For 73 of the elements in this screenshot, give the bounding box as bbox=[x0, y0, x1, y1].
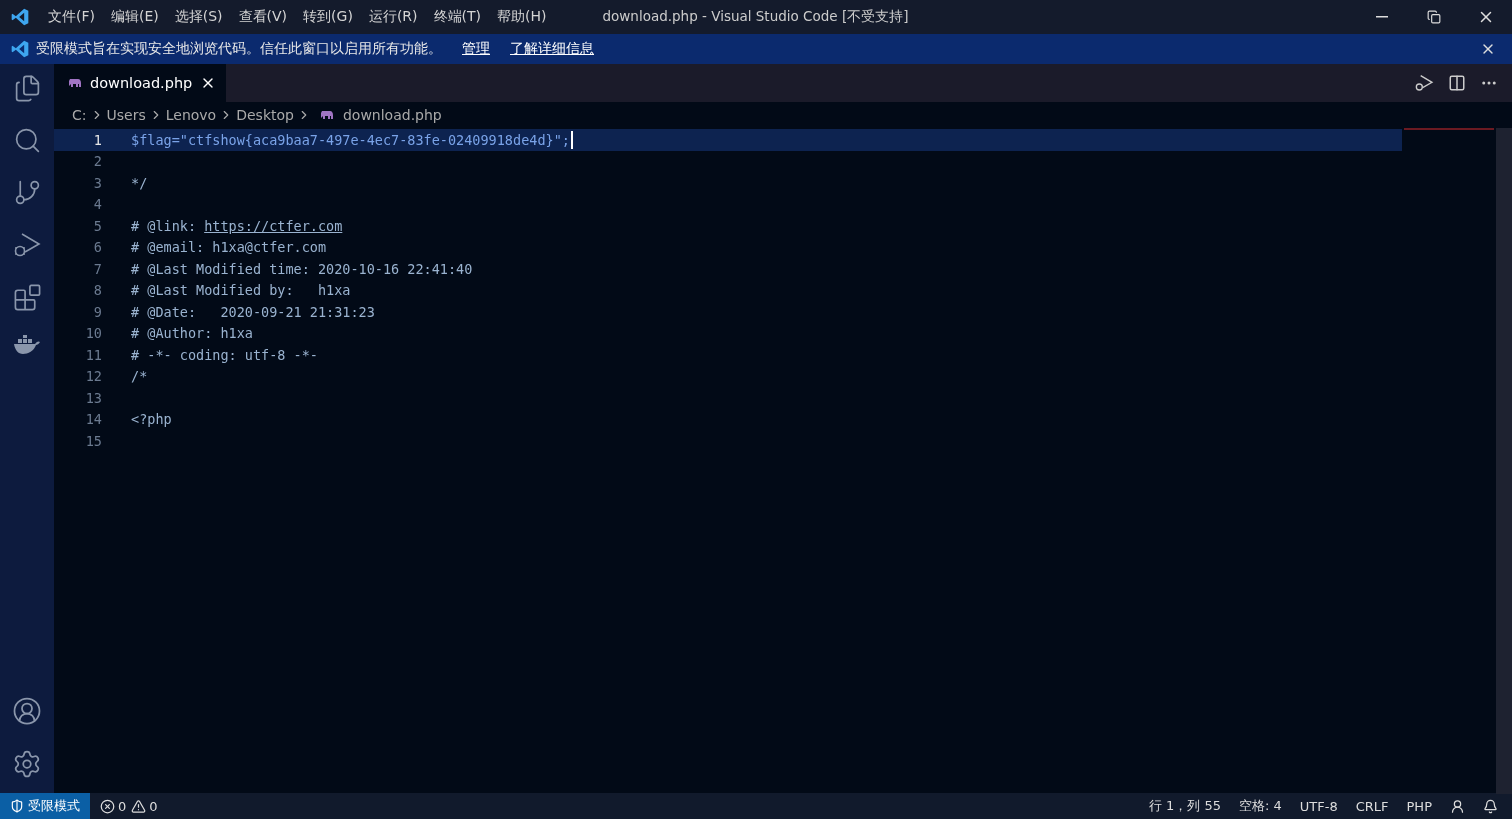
code-text: # @Date: 2020-09-21 21:31:23 bbox=[131, 303, 375, 320]
menu-item[interactable]: 终端(T) bbox=[425, 8, 489, 26]
menu-item[interactable]: 查看(V) bbox=[230, 8, 296, 26]
bell-icon[interactable] bbox=[1483, 798, 1498, 814]
breadcrumb-item[interactable]: Users bbox=[106, 107, 146, 123]
menu-item[interactable]: 文件(F) bbox=[40, 8, 103, 26]
code-text: $flag="ctfshow{aca9baa7-497e-4ec7-83fe-02409918de4d}"; bbox=[131, 131, 570, 148]
code-text: /* bbox=[131, 368, 148, 385]
banner-link[interactable]: 了解详细信息 bbox=[510, 40, 594, 58]
line-number: 5 bbox=[92, 217, 102, 234]
shield-icon bbox=[10, 799, 24, 813]
settings-icon[interactable] bbox=[12, 749, 42, 779]
code-link[interactable]: https://ctfer.com bbox=[204, 217, 343, 234]
php-elephant-icon bbox=[68, 78, 82, 88]
code-text: # @Author: h1xa bbox=[131, 325, 253, 342]
line-number: 3 bbox=[92, 174, 102, 191]
code-text: # @Last Modified time: 2020-10-16 22:41:40 bbox=[131, 260, 473, 277]
status-item[interactable]: PHP bbox=[1406, 798, 1432, 814]
line-number: 7 bbox=[92, 260, 102, 277]
line-number: 4 bbox=[92, 196, 102, 213]
line-number: 2 bbox=[92, 153, 102, 170]
scrollbar[interactable] bbox=[1496, 128, 1512, 794]
minimize-icon bbox=[1376, 16, 1388, 18]
line-number: 8 bbox=[92, 282, 102, 299]
status-item[interactable]: UTF-8 bbox=[1299, 798, 1338, 814]
line-number: 10 bbox=[84, 325, 102, 342]
code-text: # @link: bbox=[131, 217, 198, 234]
menu-item[interactable]: 运行(R) bbox=[360, 8, 426, 26]
vscode-logo-icon bbox=[10, 39, 30, 59]
extensions-icon[interactable] bbox=[12, 283, 42, 312]
menu-item[interactable]: 转到(G) bbox=[295, 8, 361, 26]
menu-item[interactable]: 编辑(E) bbox=[103, 8, 167, 26]
status-item[interactable]: 行 1，列 55 bbox=[1148, 797, 1221, 815]
split-editor-icon[interactable] bbox=[1448, 74, 1466, 92]
php-elephant-icon bbox=[319, 110, 334, 120]
breadcrumb-item[interactable]: C: bbox=[72, 107, 87, 123]
error-count[interactable]: 0 bbox=[118, 798, 127, 814]
tab-label: download.php bbox=[90, 75, 193, 91]
account-icon[interactable] bbox=[12, 696, 42, 726]
code-text: <?php bbox=[131, 411, 172, 428]
status-item[interactable]: 空格: 4 bbox=[1239, 797, 1282, 815]
line-number: 14 bbox=[84, 411, 102, 428]
line-number: 13 bbox=[84, 389, 102, 406]
editor-tab[interactable]: download.php bbox=[54, 64, 227, 102]
status-item[interactable]: CRLF bbox=[1355, 798, 1389, 814]
breadcrumb-item[interactable]: Lenovo bbox=[165, 107, 217, 123]
code-text: # @Last Modified by: h1xa bbox=[131, 282, 351, 299]
breadcrumb-item[interactable]: Desktop bbox=[236, 107, 294, 123]
restricted-mode-message: 受限模式旨在实现安全地浏览代码。信任此窗口以启用所有功能。 bbox=[36, 40, 442, 58]
run-debug-icon[interactable] bbox=[1414, 73, 1434, 93]
line-number: 15 bbox=[84, 432, 102, 449]
error-icon bbox=[100, 798, 115, 814]
docker-whale-icon[interactable] bbox=[13, 335, 41, 355]
breadcrumb-item[interactable]: download.php bbox=[342, 107, 442, 123]
menu-item[interactable]: 选择(S) bbox=[166, 8, 231, 26]
line-number: 1 bbox=[92, 131, 102, 148]
line-number: 12 bbox=[84, 368, 102, 385]
line-number: 9 bbox=[92, 303, 102, 320]
restore-icon bbox=[1427, 10, 1441, 24]
code-text: # -*- coding: utf-8 -*- bbox=[131, 346, 318, 363]
line-number: 11 bbox=[84, 346, 102, 363]
warning-icon bbox=[131, 798, 147, 814]
window-title: download.php - Visual Studio Code [不受支持] bbox=[602, 8, 910, 26]
line-number: 6 bbox=[92, 239, 102, 256]
vscode-logo-icon bbox=[10, 7, 30, 27]
code-text: # @email: h1xa@ctfer.com bbox=[131, 239, 327, 256]
warning-count[interactable]: 0 bbox=[149, 798, 158, 814]
menu-item[interactable]: 帮助(H) bbox=[489, 8, 555, 26]
mode-label: 受限模式 bbox=[28, 797, 80, 815]
code-text: */ bbox=[131, 174, 148, 191]
restricted-mode-button[interactable]: 受限模式 bbox=[0, 793, 90, 819]
person-icon[interactable] bbox=[1450, 798, 1465, 814]
banner-link[interactable]: 管理 bbox=[462, 40, 490, 58]
